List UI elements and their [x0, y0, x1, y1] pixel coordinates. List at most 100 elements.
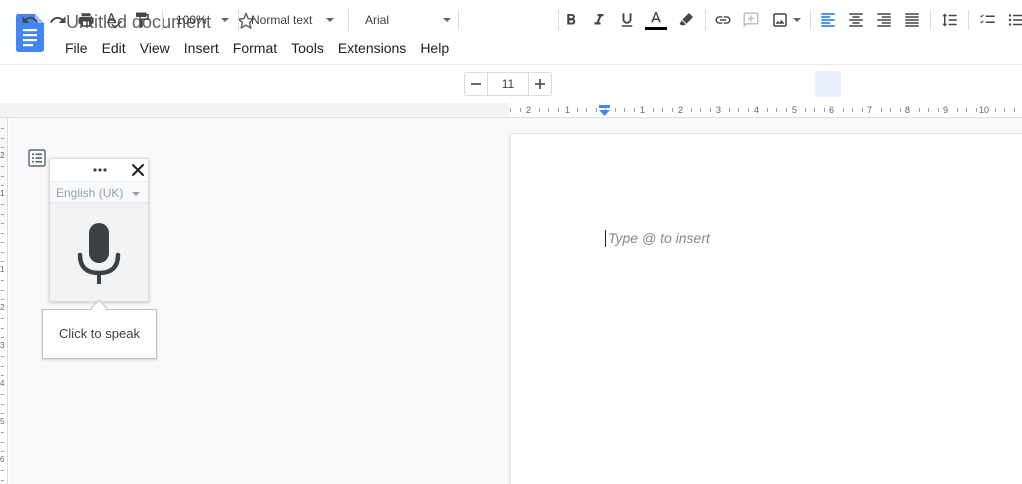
- print-icon: [78, 13, 94, 27]
- text-color-indicator: [645, 27, 667, 30]
- insert-link-button[interactable]: [711, 8, 735, 32]
- underline-icon: [621, 13, 633, 27]
- language-dropdown[interactable]: English (UK): [50, 181, 148, 203]
- plus-icon: [535, 79, 545, 89]
- bold-button[interactable]: [559, 8, 583, 32]
- toolbar-divider: [162, 10, 163, 30]
- close-icon[interactable]: [130, 162, 146, 178]
- vertical-ruler-tick: [1, 356, 4, 357]
- line-spacing-icon: [942, 13, 957, 27]
- voice-typing-header[interactable]: [50, 159, 148, 181]
- bold-icon: [567, 14, 576, 25]
- align-right-button[interactable]: [872, 8, 896, 32]
- ruler-tick: [558, 108, 559, 112]
- vertical-ruler-tick: [1, 252, 4, 253]
- ruler-number: 2: [678, 105, 684, 115]
- vertical-ruler-number: 2: [0, 151, 5, 160]
- menu-file[interactable]: File: [58, 38, 95, 58]
- bulleted-list-button[interactable]: [1004, 8, 1022, 32]
- ruler-tick: [767, 108, 768, 112]
- menu-help[interactable]: Help: [413, 38, 456, 58]
- ruler-tick: [748, 108, 749, 112]
- paragraph-style-dropdown[interactable]: Normal text: [244, 8, 342, 32]
- align-center-button[interactable]: [844, 8, 868, 32]
- menu-view[interactable]: View: [133, 38, 177, 58]
- editor-placeholder[interactable]: Type @ to insert: [608, 230, 710, 246]
- ruler-tick: [862, 108, 863, 112]
- chevron-down-icon: [793, 18, 801, 22]
- ruler-tick: [577, 108, 578, 112]
- paint-format-button[interactable]: [130, 8, 154, 32]
- text-color-icon: [651, 12, 661, 23]
- menu-insert[interactable]: Insert: [177, 38, 226, 58]
- indent-marker-icon[interactable]: [598, 105, 611, 117]
- text-cursor: [605, 230, 606, 247]
- justify-button[interactable]: [900, 8, 924, 32]
- ruler-number: 1: [640, 105, 646, 115]
- microphone-icon: [77, 223, 121, 284]
- more-options-icon[interactable]: [90, 163, 110, 177]
- highlight-button[interactable]: [674, 8, 698, 32]
- zoom-dropdown[interactable]: 100%: [170, 8, 232, 32]
- vertical-ruler[interactable]: 2 1 1 2 3 4 5 6: [0, 118, 8, 484]
- redo-icon: [50, 16, 66, 23]
- minus-icon: [471, 83, 481, 85]
- vertical-ruler-tick: [1, 185, 4, 186]
- document-outline-icon[interactable]: [28, 149, 46, 167]
- paint-format-icon: [136, 12, 149, 28]
- italic-icon: [594, 14, 604, 25]
- ruler-tick: [548, 108, 549, 112]
- spellcheck-icon: [106, 13, 123, 29]
- microphone-button[interactable]: [50, 203, 148, 301]
- vertical-ruler-tick: [1, 432, 4, 433]
- menu-tools[interactable]: Tools: [284, 38, 331, 58]
- ruler-tick: [662, 108, 663, 112]
- toolbar-divider: [705, 10, 706, 30]
- toolbar-divider: [348, 10, 349, 30]
- vertical-ruler-number: 1: [0, 189, 5, 198]
- add-comment-button[interactable]: [739, 8, 763, 32]
- ruler-tick: [738, 108, 739, 112]
- vertical-ruler-number: 1: [0, 265, 5, 274]
- ruler-tick: [1004, 108, 1005, 112]
- undo-button[interactable]: [18, 8, 42, 32]
- ruler-tick: [852, 108, 853, 112]
- underline-button[interactable]: [615, 8, 639, 32]
- vertical-ruler-tick: [1, 451, 4, 452]
- redo-button[interactable]: [46, 8, 70, 32]
- toolbar-divider: [810, 10, 811, 30]
- toolbar-divider: [458, 10, 459, 30]
- ruler-tick: [596, 108, 597, 112]
- italic-button[interactable]: [587, 8, 611, 32]
- align-left-button[interactable]: [816, 8, 840, 32]
- spellcheck-button[interactable]: [102, 8, 126, 32]
- ruler-number: 8: [905, 105, 911, 115]
- line-spacing-button[interactable]: [938, 8, 962, 32]
- menu-bar: File Edit View Insert Format Tools Exten…: [58, 38, 456, 58]
- ruler-tick: [539, 108, 540, 112]
- insert-image-button[interactable]: [767, 8, 805, 32]
- ruler-tick: [615, 108, 616, 112]
- comment-icon: [743, 12, 759, 28]
- click-to-speak-tooltip: Click to speak: [42, 309, 157, 359]
- font-size-input[interactable]: 11: [487, 72, 529, 96]
- ruler-number: 1: [565, 105, 571, 115]
- ruler-number: 10: [979, 105, 990, 115]
- vertical-ruler-tick: [1, 442, 4, 443]
- text-color-button[interactable]: [643, 8, 669, 32]
- print-button[interactable]: [74, 8, 98, 32]
- ruler-tick: [786, 108, 787, 112]
- vertical-ruler-tick: [1, 470, 4, 471]
- paragraph-style-value: Normal text: [251, 13, 313, 27]
- checklist-button[interactable]: [976, 8, 1000, 32]
- menu-edit[interactable]: Edit: [95, 38, 133, 58]
- ruler-tick: [995, 108, 996, 112]
- font-family-dropdown[interactable]: Arial: [356, 8, 456, 32]
- ruler-tick: [672, 108, 673, 112]
- menu-format[interactable]: Format: [226, 38, 284, 58]
- horizontal-ruler[interactable]: 2 1 1 2 3 4 5 6 7 8 9 10: [0, 103, 1022, 118]
- ruler-tick: [976, 108, 977, 112]
- vertical-ruler-tick: [1, 138, 4, 139]
- menu-extensions[interactable]: Extensions: [331, 38, 413, 58]
- document-page[interactable]: [510, 133, 1022, 484]
